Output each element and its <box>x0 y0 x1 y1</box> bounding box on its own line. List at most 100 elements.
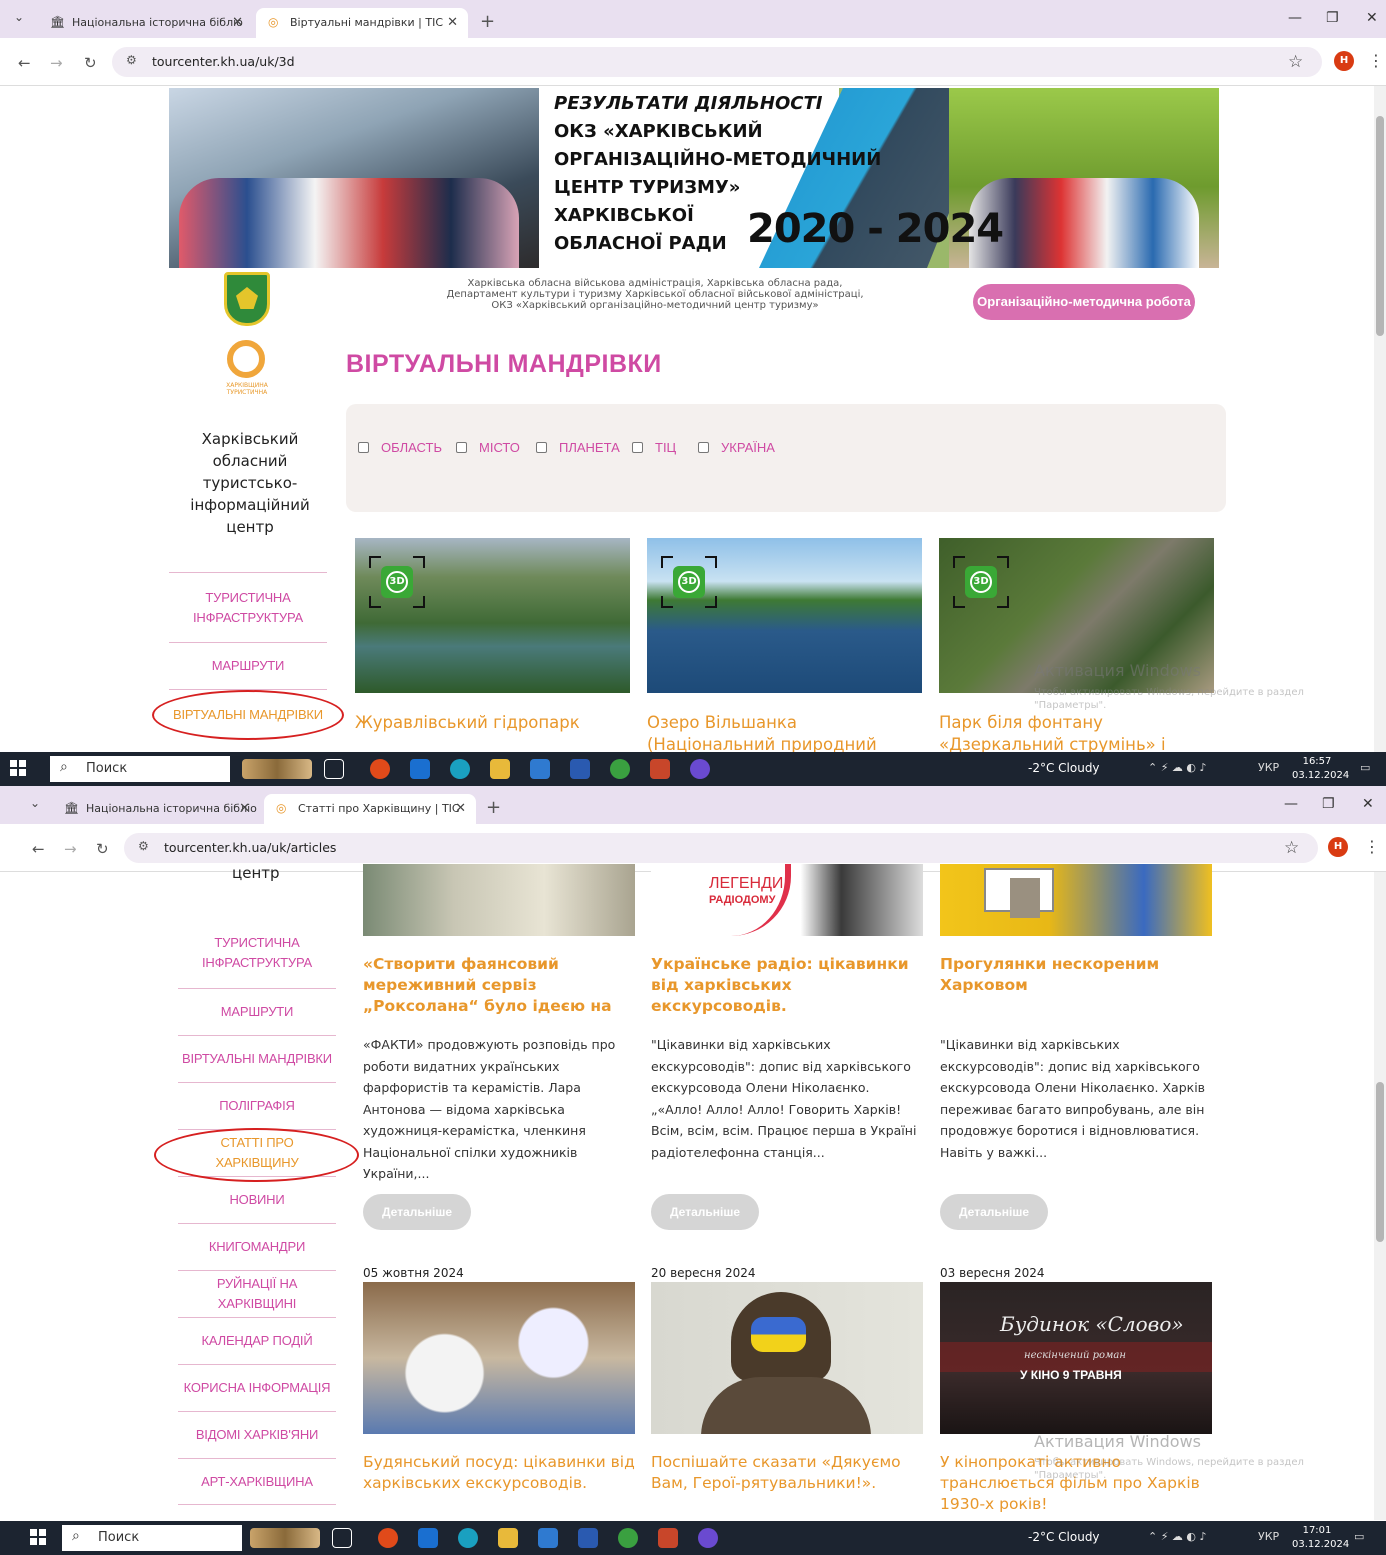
sidebar-item-destruction[interactable]: РУЙНАЦІЇ НА ХАРКІВЩИНІ <box>178 1270 336 1317</box>
forward-icon[interactable]: → <box>64 840 77 858</box>
article-image[interactable] <box>940 864 1212 936</box>
article-title[interactable]: Прогулянки нескореним Харковом <box>940 954 1212 1020</box>
profile-avatar[interactable]: H <box>1328 837 1348 857</box>
taskbar-search[interactable]: ⌕ Поиск <box>62 1525 242 1551</box>
kharkiv-tourist-logo[interactable]: ХАРКІВЩИНА ТУРИСТИЧНА <box>221 340 273 400</box>
back-icon[interactable]: ← <box>18 54 31 72</box>
tab-search-icon[interactable]: ⌄ <box>14 10 24 24</box>
sidebar-item-infrastructure[interactable]: ТУРИСТИЧНА ІНФРАСТРУКТУРА <box>169 572 327 642</box>
powerpoint-icon[interactable] <box>658 1528 678 1548</box>
scrollbar[interactable] <box>1374 872 1386 1520</box>
store-icon[interactable] <box>538 1528 558 1548</box>
close-window-icon[interactable]: ✕ <box>1362 796 1374 812</box>
forward-icon[interactable]: → <box>50 54 63 72</box>
article-title[interactable]: «Створити фаянсовий мереживний сервіз „Р… <box>363 954 635 1020</box>
article-card[interactable]: «Створити фаянсовий мереживний сервіз „Р… <box>363 864 635 1230</box>
tour-card[interactable]: 3D Журавлівський гідропарк <box>355 538 630 732</box>
filter-ukraine[interactable]: УКРАЇНА <box>698 440 775 455</box>
scrollbar[interactable] <box>1374 86 1386 752</box>
weather-widget[interactable]: -2°C Cloudy <box>1028 761 1100 775</box>
word-icon[interactable] <box>570 759 590 779</box>
article-card[interactable]: ЛЕГЕНДИ РАДІОДОМУ Українське радіо: ціка… <box>651 864 923 1230</box>
reload-icon[interactable]: ↻ <box>84 54 97 72</box>
bookmark-star-icon[interactable]: ☆ <box>1284 838 1299 858</box>
restore-icon[interactable]: ❐ <box>1326 10 1339 26</box>
bookmark-star-icon[interactable]: ☆ <box>1288 52 1303 72</box>
close-tab-icon[interactable]: ✕ <box>232 15 243 30</box>
tour-title[interactable]: Озеро Вільшанка (Національний природний <box>647 712 927 756</box>
close-tab-icon[interactable]: ✕ <box>239 801 250 816</box>
chrome-icon[interactable] <box>618 1528 638 1548</box>
language-indicator[interactable]: УКР <box>1258 761 1279 774</box>
new-tab-icon[interactable]: + <box>486 797 501 818</box>
chrome-icon[interactable] <box>610 759 630 779</box>
sidebar-item-calendar[interactable]: КАЛЕНДАР ПОДІЙ <box>178 1317 336 1364</box>
tray-icons[interactable]: ⌃ ⚡ ☁ ◐ ♪ <box>1148 761 1207 774</box>
reload-icon[interactable]: ↻ <box>96 840 109 858</box>
tab-articles[interactable]: ◎ Статті про Харківщину | ТІС ✕ <box>264 794 476 824</box>
tour-title[interactable]: Парк біля фонтану «Дзеркальний струмінь»… <box>939 712 1219 756</box>
tray-icons[interactable]: ⌃ ⚡ ☁ ◐ ♪ <box>1148 1530 1207 1543</box>
sidebar-item-news[interactable]: НОВИНИ <box>178 1176 336 1223</box>
task-view-icon[interactable] <box>332 1528 352 1548</box>
taskbar-clock[interactable]: 16:57 03.12.2024 <box>1292 755 1349 783</box>
notifications-icon[interactable]: ▭ <box>1354 1530 1364 1543</box>
filter-planeta[interactable]: ПЛАНЕТА <box>536 440 620 455</box>
tour-image[interactable]: 3D <box>647 538 922 693</box>
viber-icon[interactable] <box>690 759 710 779</box>
menu-kebab-icon[interactable]: ⋮ <box>1368 51 1384 70</box>
url-field[interactable]: ⚙ tourcenter.kh.ua/uk/articles <box>124 833 1318 863</box>
article-card[interactable]: Прогулянки нескореним Харковом "Цікавинк… <box>940 864 1212 1230</box>
sidebar-item-routes[interactable]: МАРШРУТИ <box>169 642 327 689</box>
article-image[interactable] <box>363 864 635 936</box>
sidebar-item-routes[interactable]: МАРШРУТИ <box>178 988 336 1035</box>
powerpoint-icon[interactable] <box>650 759 670 779</box>
taskbar-search[interactable]: ⌕ Поиск <box>50 756 230 782</box>
url-field[interactable]: ⚙ tourcenter.kh.ua/uk/3d <box>112 47 1322 77</box>
sidebar-item-useful-info[interactable]: КОРИСНА ІНФОРМАЦІЯ <box>178 1364 336 1411</box>
read-more-button[interactable]: Детальніше <box>940 1194 1048 1230</box>
new-tab-icon[interactable]: + <box>480 11 495 32</box>
tour-title[interactable]: Журавлівський гідропарк <box>355 712 635 734</box>
restore-icon[interactable]: ❐ <box>1322 796 1335 812</box>
edge-icon[interactable] <box>458 1528 478 1548</box>
tour-image[interactable]: 3D <box>355 538 630 693</box>
windows-start-icon[interactable] <box>10 760 26 776</box>
org-methodical-button[interactable]: Організаційно-методична робота <box>973 284 1195 320</box>
article-image[interactable]: Будинок «Слово» нескінчений роман У КІНО… <box>940 1282 1212 1434</box>
taskbar-clock[interactable]: 17:01 03.12.2024 <box>1292 1524 1349 1552</box>
file-explorer-icon[interactable] <box>490 759 510 779</box>
sidebar-item-famous-people[interactable]: ВІДОМІ ХАРКІВ'ЯНИ <box>178 1411 336 1458</box>
article-image[interactable] <box>363 1282 635 1434</box>
sidebar-item-printing[interactable]: ПОЛІГРАФІЯ <box>178 1082 336 1129</box>
minimize-icon[interactable]: — <box>1284 796 1298 812</box>
word-icon[interactable] <box>578 1528 598 1548</box>
site-info-icon[interactable]: ⚙ <box>138 839 149 853</box>
sidebar-item-virtual-tours[interactable]: ВІРТУАЛЬНІ МАНДРІВКИ <box>178 1035 336 1082</box>
site-info-icon[interactable]: ⚙ <box>126 53 137 67</box>
outlook-icon[interactable] <box>410 759 430 779</box>
article-title[interactable]: Будянський посуд: цікавинки від харківсь… <box>363 1452 635 1494</box>
article-title[interactable]: Українське радіо: цікавинки від харківсь… <box>651 954 923 1020</box>
edge-icon[interactable] <box>450 759 470 779</box>
read-more-button[interactable]: Детальніше <box>363 1194 471 1230</box>
task-view-icon[interactable] <box>324 759 344 779</box>
menu-kebab-icon[interactable]: ⋮ <box>1364 837 1380 856</box>
tab-virtual-tours[interactable]: ◎ Віртуальні мандрівки | ТІС ✕ <box>256 8 468 38</box>
tab-library[interactable]: 🏛 Національна історична бібліо ✕ <box>52 794 260 824</box>
windows-start-icon[interactable] <box>30 1529 46 1545</box>
firefox-icon[interactable] <box>370 759 390 779</box>
back-icon[interactable]: ← <box>32 840 45 858</box>
profile-avatar[interactable]: H <box>1334 51 1354 71</box>
read-more-button[interactable]: Детальніше <box>651 1194 759 1230</box>
minimize-icon[interactable]: — <box>1288 10 1302 26</box>
close-tab-icon[interactable]: ✕ <box>455 801 466 816</box>
filter-oblast[interactable]: ОБЛАСТЬ <box>358 440 442 455</box>
tab-search-icon[interactable]: ⌄ <box>30 796 40 810</box>
sidebar-item-bookwanderers[interactable]: КНИГОМАНДРИ <box>178 1223 336 1270</box>
close-window-icon[interactable]: ✕ <box>1366 10 1378 26</box>
tour-card[interactable]: 3D Озеро Вільшанка (Національний природн… <box>647 538 922 754</box>
article-image[interactable] <box>651 1282 923 1434</box>
file-explorer-icon[interactable] <box>498 1528 518 1548</box>
language-indicator[interactable]: УКР <box>1258 1530 1279 1543</box>
